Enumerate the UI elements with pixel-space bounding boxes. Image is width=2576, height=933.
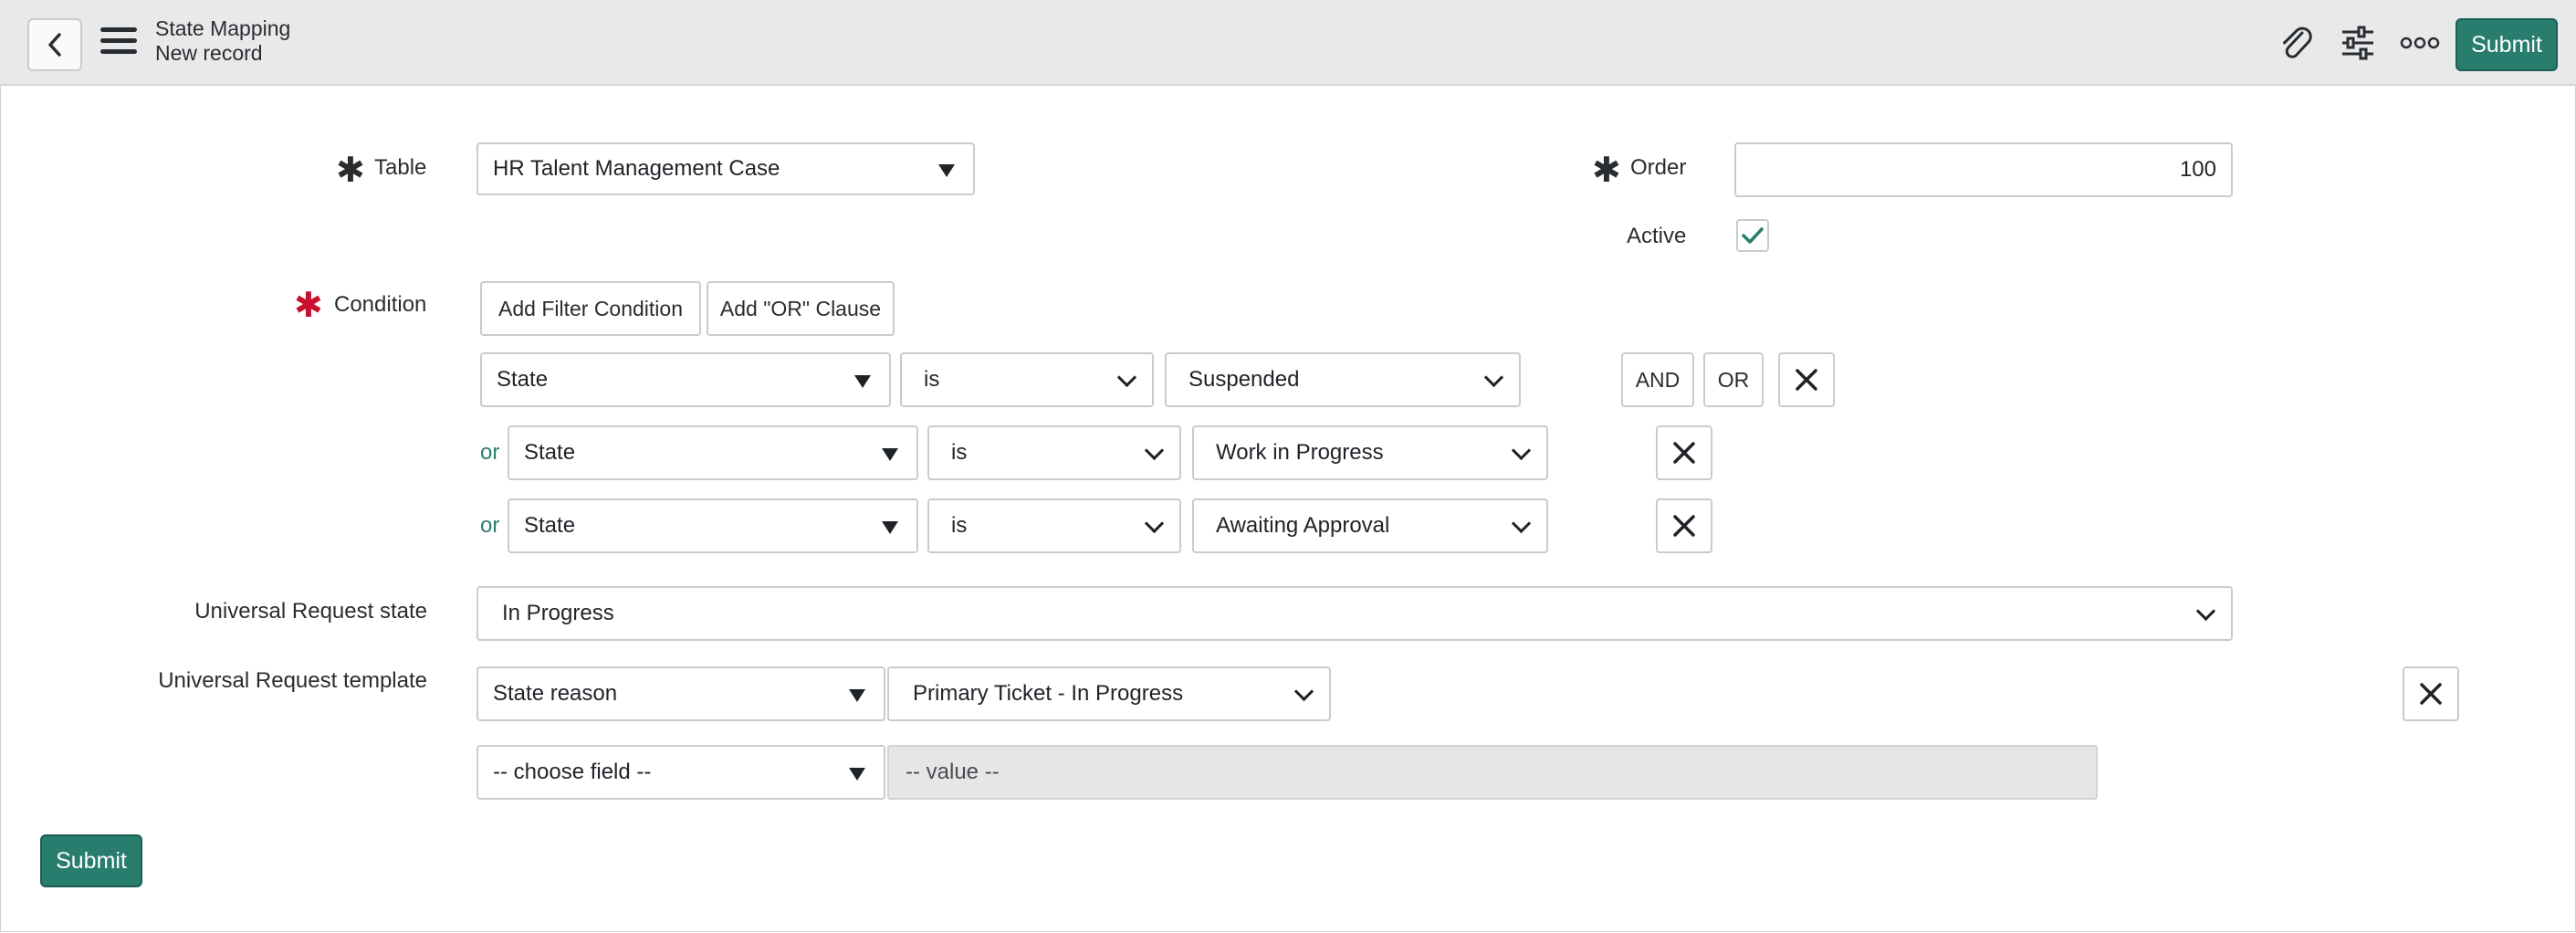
- or-prefix-label: or: [480, 440, 500, 465]
- table-label: Table: [374, 155, 427, 180]
- active-label: Active: [1627, 224, 1687, 248]
- required-indicator: ✱: [1592, 152, 1621, 190]
- condition-operator-value: is: [924, 367, 940, 392]
- ur-state-label: Universal Request state: [194, 599, 427, 624]
- menu-icon[interactable]: [100, 27, 137, 58]
- ur-state-select[interactable]: In Progress: [476, 586, 2233, 641]
- chevron-down-icon: [1144, 513, 1165, 534]
- dropdown-triangle-icon: [882, 448, 898, 461]
- dropdown-triangle-icon: [849, 768, 865, 781]
- condition-field-select[interactable]: State: [480, 352, 891, 407]
- condition-field-select[interactable]: State: [508, 498, 918, 553]
- order-label: Order: [1630, 155, 1687, 180]
- chevron-down-icon: [1511, 513, 1532, 534]
- active-checkbox[interactable]: [1736, 219, 1769, 252]
- or-prefix-label: or: [480, 513, 500, 538]
- condition-value: Suspended: [1189, 367, 1300, 392]
- remove-template-row-button[interactable]: [2403, 666, 2459, 721]
- ur-template-value-input-disabled: -- value --: [887, 745, 2098, 800]
- condition-field-value: State: [524, 513, 576, 538]
- required-indicator: ✱: [336, 152, 365, 190]
- header-titles: State Mapping New record: [155, 16, 290, 66]
- ur-template-choose-field-select[interactable]: -- choose field --: [476, 745, 885, 800]
- condition-value-select[interactable]: Suspended: [1165, 352, 1521, 407]
- add-or-clause-button[interactable]: Add "OR" Clause: [707, 281, 895, 336]
- condition-value-select[interactable]: Awaiting Approval: [1192, 498, 1548, 553]
- condition-operator-select[interactable]: is: [927, 498, 1181, 553]
- more-icon[interactable]: [2397, 20, 2443, 66]
- chevron-down-icon: [1116, 367, 1137, 388]
- dropdown-triangle-icon: [938, 164, 955, 177]
- condition-value: Awaiting Approval: [1216, 513, 1390, 538]
- or-button[interactable]: OR: [1703, 352, 1764, 407]
- choose-field-placeholder: -- choose field --: [493, 760, 652, 784]
- ur-template-value-select[interactable]: Primary Ticket - In Progress: [887, 666, 1331, 721]
- condition-label: Condition: [334, 292, 427, 317]
- condition-field-select[interactable]: State: [508, 425, 918, 480]
- required-indicator-red: ✱: [294, 287, 323, 325]
- page-title: State Mapping: [155, 16, 291, 40]
- condition-operator-select[interactable]: is: [900, 352, 1154, 407]
- attachment-icon[interactable]: [2273, 20, 2319, 66]
- ur-template-value: Primary Ticket - In Progress: [913, 681, 1184, 706]
- chevron-down-icon: [2195, 601, 2216, 622]
- condition-value: Work in Progress: [1216, 440, 1384, 465]
- condition-value-select[interactable]: Work in Progress: [1192, 425, 1548, 480]
- header-submit-button[interactable]: Submit: [2456, 18, 2558, 71]
- ur-template-field-select[interactable]: State reason: [476, 666, 885, 721]
- chevron-down-icon: [1483, 367, 1504, 388]
- table-value: HR Talent Management Case: [493, 156, 780, 181]
- remove-condition-button[interactable]: [1656, 425, 1712, 480]
- close-icon: [1673, 515, 1695, 537]
- back-icon: [48, 33, 61, 57]
- condition-operator-select[interactable]: is: [927, 425, 1181, 480]
- and-button[interactable]: AND: [1621, 352, 1694, 407]
- footer-submit-button[interactable]: Submit: [40, 834, 142, 887]
- remove-condition-button[interactable]: [1656, 498, 1712, 553]
- checkmark-icon: [1742, 227, 1764, 244]
- order-value: 100: [2179, 157, 2216, 182]
- chevron-down-icon: [1511, 440, 1532, 461]
- page-subtitle: New record: [155, 41, 263, 65]
- condition-field-value: State: [497, 367, 549, 392]
- dropdown-triangle-icon: [882, 521, 898, 534]
- add-filter-condition-button[interactable]: Add Filter Condition: [480, 281, 701, 336]
- settings-sliders-icon[interactable]: [2335, 20, 2381, 66]
- ur-state-value: In Progress: [502, 601, 614, 625]
- back-button[interactable]: [27, 18, 82, 71]
- chevron-down-icon: [1144, 440, 1165, 461]
- table-select[interactable]: HR Talent Management Case: [476, 142, 975, 195]
- dropdown-triangle-icon: [854, 375, 871, 388]
- condition-operator-value: is: [951, 440, 968, 465]
- close-icon: [2420, 683, 2442, 705]
- chevron-down-icon: [1293, 681, 1314, 702]
- form-header: State Mapping New record Submit: [0, 0, 2576, 86]
- ur-template-field-value: State reason: [493, 681, 618, 706]
- close-icon: [1673, 442, 1695, 464]
- condition-field-value: State: [524, 440, 576, 465]
- close-icon: [1796, 369, 1817, 391]
- order-input[interactable]: 100: [1734, 142, 2233, 197]
- value-placeholder: -- value --: [906, 760, 1000, 784]
- dropdown-triangle-icon: [849, 689, 865, 702]
- ur-template-label: Universal Request template: [158, 668, 427, 693]
- remove-condition-button[interactable]: [1778, 352, 1835, 407]
- condition-operator-value: is: [951, 513, 968, 538]
